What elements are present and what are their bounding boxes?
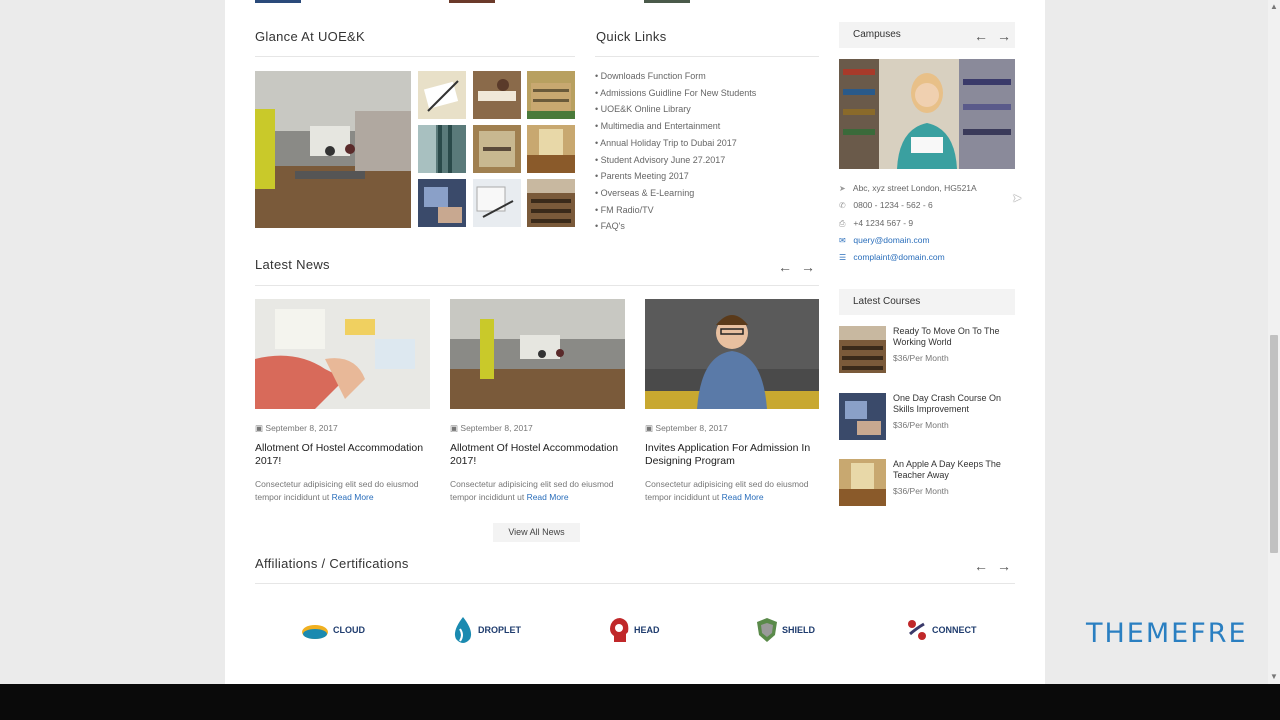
campus-address: ➤ Abc, xyz street London, HG521A <box>839 183 977 193</box>
news-image-3[interactable] <box>645 299 819 409</box>
glance-thumb-3[interactable] <box>527 71 575 119</box>
cloud-logo-icon <box>302 625 328 639</box>
comment-icon: ☰ <box>839 253 847 262</box>
view-all-news-button[interactable]: View All News <box>493 523 580 542</box>
campus-photo <box>839 59 1015 169</box>
affiliation-logo-shield[interactable]: SHIELD <box>756 612 815 648</box>
calendar-icon: ▣ <box>450 423 459 433</box>
scroll-down-arrow-icon[interactable]: ▼ <box>1270 672 1278 681</box>
quick-links-divider <box>595 56 819 57</box>
news-excerpt-2: Consectetur adipisicing elit sed do eius… <box>450 479 614 502</box>
read-more-link[interactable]: Read More <box>527 492 569 502</box>
course-price-3: $36/Per Month <box>893 486 949 496</box>
course-price-1: $36/Per Month <box>893 353 949 363</box>
glance-thumb-1[interactable] <box>418 71 466 119</box>
course-price-2: $36/Per Month <box>893 420 949 430</box>
quick-link-item[interactable]: Admissions Guidline For New Students <box>595 88 756 98</box>
read-more-link[interactable]: Read More <box>332 492 374 502</box>
quick-link-item[interactable]: Multimedia and Entertainment <box>595 121 721 131</box>
affiliations-title: Affiliations / Certifications <box>255 556 409 571</box>
news-excerpt-1: Consectetur adipisicing elit sed do eius… <box>255 479 419 502</box>
campus-complaint[interactable]: ☰ complaint@domain.com <box>839 252 945 262</box>
location-icon: ➤ <box>839 184 846 193</box>
latest-courses-header: Latest Courses <box>839 289 1015 315</box>
campuses-header: Campuses <box>839 22 1015 48</box>
affiliation-logo-connect[interactable]: CONNECT <box>906 612 977 648</box>
glance-thumb-2[interactable] <box>473 71 521 119</box>
top-thumb-2 <box>449 0 495 3</box>
quick-link-item[interactable]: Overseas & E-Learning <box>595 188 695 198</box>
phone-icon: ✆ <box>839 201 846 210</box>
shield-logo-icon <box>757 618 777 642</box>
course-thumb-3[interactable] <box>839 459 886 506</box>
latest-news-title: Latest News <box>255 257 330 272</box>
read-more-link[interactable]: Read More <box>722 492 764 502</box>
scroll-thumb[interactable] <box>1270 335 1278 553</box>
course-thumb-2[interactable] <box>839 393 886 440</box>
calendar-icon: ▣ <box>255 423 264 433</box>
news-prev-arrow-icon[interactable]: ← <box>778 260 792 274</box>
quick-link-item[interactable]: Parents Meeting 2017 <box>595 171 689 181</box>
campus-email[interactable]: ✉ query@domain.com <box>839 235 930 245</box>
top-thumb-3 <box>644 0 690 3</box>
quick-link-item[interactable]: FM Radio/TV <box>595 205 654 215</box>
news-image-2[interactable] <box>450 299 625 409</box>
news-title-2[interactable]: Allotment Of Hostel Accommodation 2017! <box>450 442 628 468</box>
news-excerpt-3: Consectetur adipisicing elit sed do eius… <box>645 479 809 502</box>
quick-link-item[interactable]: UOE&K Online Library <box>595 104 691 114</box>
quick-link-item[interactable]: Student Advisory June 27.2017 <box>595 155 726 165</box>
news-date-1: ▣ September 8, 2017 <box>255 423 338 433</box>
page-scrollbar[interactable]: ▲ ▼ <box>1268 0 1280 684</box>
envelope-icon: ✉ <box>839 236 846 245</box>
news-divider <box>255 285 819 286</box>
glance-divider <box>255 56 575 57</box>
course-title-1[interactable]: Ready To Move On To The Working World <box>893 326 1021 348</box>
printer-icon: ⎙ <box>839 219 846 228</box>
quick-link-item[interactable]: Downloads Function Form <box>595 71 706 81</box>
bottom-bar <box>0 684 1280 720</box>
course-thumb-1[interactable] <box>839 326 886 373</box>
glance-main-photo[interactable] <box>255 71 411 228</box>
affiliations-divider <box>255 583 1015 584</box>
glance-thumb-6[interactable] <box>527 125 575 173</box>
quick-link-item[interactable]: FAQ's <box>595 221 625 231</box>
news-image-1[interactable] <box>255 299 430 409</box>
campus-fax: ⎙ +4 1234 567 - 9 <box>839 218 914 228</box>
page-content: Glance At UOE&K Quick Links • Downloads … <box>225 0 1045 684</box>
affiliation-logo-head[interactable]: HEAD <box>608 612 660 648</box>
glance-thumb-4[interactable] <box>418 125 466 173</box>
calendar-icon: ▣ <box>645 423 654 433</box>
glance-thumb-9[interactable] <box>527 179 575 227</box>
affiliations-next-arrow-icon[interactable]: → <box>997 559 1011 573</box>
affiliations-prev-arrow-icon[interactable]: ← <box>974 559 988 573</box>
connect-logo-icon <box>908 620 926 640</box>
campus-phone: ✆ 0800 - 1234 - 562 - 6 <box>839 200 933 210</box>
glance-title: Glance At UOE&K <box>255 29 365 44</box>
campuses-title: Campuses <box>853 29 901 40</box>
news-next-arrow-icon[interactable]: → <box>801 260 815 274</box>
affiliation-logo-droplet[interactable]: DROPLET <box>452 612 521 648</box>
news-date-3: ▣ September 8, 2017 <box>645 423 728 433</box>
glance-thumb-7[interactable] <box>418 179 466 227</box>
campuses-next-arrow-icon[interactable]: → <box>997 29 1011 43</box>
droplet-logo-icon <box>454 617 472 643</box>
news-title-3[interactable]: Invites Application For Admission In Des… <box>645 442 823 468</box>
glance-thumb-8[interactable] <box>473 179 521 227</box>
themefre-watermark: THEMEFRE <box>1086 618 1248 649</box>
course-title-3[interactable]: An Apple A Day Keeps The Teacher Away <box>893 459 1021 481</box>
mouse-cursor-icon: ➤ <box>1012 191 1023 205</box>
campuses-prev-arrow-icon[interactable]: ← <box>974 29 988 43</box>
top-thumb-1 <box>255 0 301 3</box>
news-date-2: ▣ September 8, 2017 <box>450 423 533 433</box>
head-logo-icon <box>610 618 629 642</box>
latest-courses-title: Latest Courses <box>853 296 921 307</box>
news-title-1[interactable]: Allotment Of Hostel Accommodation 2017! <box>255 442 433 468</box>
affiliation-logo-cloud[interactable]: CLOUD <box>301 612 365 648</box>
glance-thumb-5[interactable] <box>473 125 521 173</box>
course-title-2[interactable]: One Day Crash Course On Skills Improveme… <box>893 393 1021 415</box>
scroll-up-arrow-icon[interactable]: ▲ <box>1270 2 1278 11</box>
quick-links-title: Quick Links <box>596 29 667 44</box>
quick-link-item[interactable]: Annual Holiday Trip to Dubai 2017 <box>595 138 737 148</box>
